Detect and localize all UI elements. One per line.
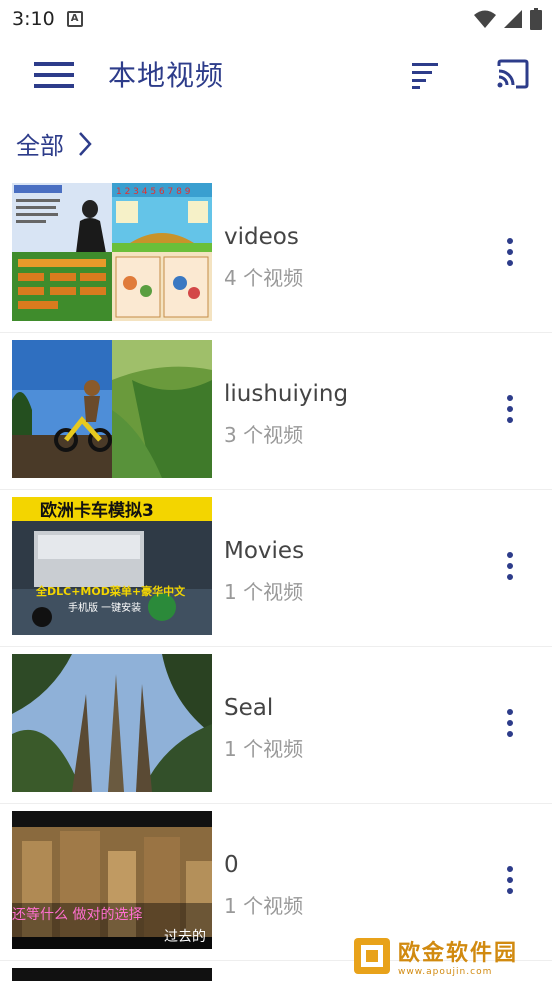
folder-video-count: 3 个视频 <box>224 423 304 447</box>
folder-thumbnail: 欧洲卡车模拟3 全DLC+MOD菜单+豪华中文 手机版 一键安装 <box>12 497 212 635</box>
breadcrumb-label: 全部 <box>16 132 64 160</box>
folder-thumbnail <box>12 968 212 981</box>
folder-thumbnail: 还等什么 做对的选择 过去的 <box>12 811 212 949</box>
page-title: 本地视频 <box>108 59 225 92</box>
status-time: 3:10 <box>12 8 55 30</box>
truck-title-text: 欧洲卡车模拟3 <box>40 500 154 521</box>
movie-subtitle-2: 过去的 <box>164 929 206 945</box>
more-options-icon[interactable] <box>496 391 524 427</box>
wifi-icon <box>474 10 496 28</box>
sort-icon[interactable] <box>410 61 440 89</box>
menu-icon[interactable] <box>34 61 74 89</box>
battery-icon <box>530 8 542 30</box>
folder-list: 1 2 3 4 5 6 7 8 9 videos 4 个视频 liushuiyi… <box>0 176 552 981</box>
folder-video-count: 1 个视频 <box>224 580 304 604</box>
notification-icon: A <box>66 11 83 27</box>
folder-video-count: 4 个视频 <box>224 266 304 290</box>
folder-row-seal[interactable]: Seal 1 个视频 <box>0 647 552 804</box>
truck-sub-text: 全DLC+MOD菜单+豪华中文 <box>35 584 186 598</box>
watermark: 欧金软件园 www.apoujin.com <box>352 934 548 978</box>
more-options-icon[interactable] <box>496 234 524 270</box>
folder-thumbnail <box>12 654 212 792</box>
truck-caption-text: 手机版 一键安装 <box>68 601 141 614</box>
app-bar: 本地视频 <box>0 38 552 112</box>
status-bar: 3:10 A <box>0 0 552 38</box>
folder-thumbnail <box>12 340 212 478</box>
folder-row-movies[interactable]: 欧洲卡车模拟3 全DLC+MOD菜单+豪华中文 手机版 一键安装 Movies … <box>0 490 552 647</box>
folder-name: liushuiying <box>224 381 349 407</box>
breadcrumb[interactable]: 全部 <box>16 126 92 161</box>
watermark-text: 欧金软件园 <box>398 941 519 966</box>
folder-row-liushuiying[interactable]: liushuiying 3 个视频 <box>0 333 552 490</box>
more-options-icon[interactable] <box>496 705 524 741</box>
watermark-url: www.apoujin.com <box>398 967 493 977</box>
folder-row-videos[interactable]: 1 2 3 4 5 6 7 8 9 videos 4 个视频 <box>0 176 552 333</box>
movie-subtitle-1: 还等什么 做对的选择 <box>12 906 142 923</box>
folder-name: videos <box>224 224 299 250</box>
cast-icon[interactable] <box>496 58 530 90</box>
svg-text:1 2 3 4 5 6 7 8 9: 1 2 3 4 5 6 7 8 9 <box>116 187 191 197</box>
signal-icon <box>504 10 522 28</box>
status-icons <box>474 8 542 30</box>
more-options-icon[interactable] <box>496 862 524 898</box>
more-options-icon[interactable] <box>496 548 524 584</box>
watermark-logo-icon <box>354 938 390 974</box>
folder-video-count: 1 个视频 <box>224 894 304 918</box>
folder-name: Seal <box>224 695 274 721</box>
folder-name: Movies <box>224 538 305 564</box>
folder-video-count: 1 个视频 <box>224 737 304 761</box>
folder-thumbnail: 1 2 3 4 5 6 7 8 9 <box>12 183 212 321</box>
folder-name: 0 <box>224 852 239 878</box>
chevron-right-icon <box>79 131 92 156</box>
